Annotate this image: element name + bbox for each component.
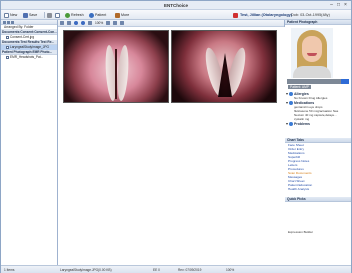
zoom-level[interactable]: 100% <box>95 21 103 25</box>
alert-flag-icon <box>233 12 238 18</box>
more-icon <box>115 12 120 18</box>
new-label: New <box>10 13 18 17</box>
viewer-toolbar: 100% <box>58 20 284 27</box>
document-icon <box>6 45 9 50</box>
main-toolbar: New Save Refresh Patient More Test, Jill… <box>1 10 351 20</box>
maximize-icon[interactable]: □ <box>336 3 341 8</box>
chart-tab-link[interactable]: Health Analysis <box>288 187 351 191</box>
save-label: Save <box>29 13 38 17</box>
viewer-canvas[interactable] <box>58 27 285 265</box>
email-icon <box>55 12 60 18</box>
patient-name: Test, Jillian (Otolaryngology) <box>240 13 293 17</box>
refresh-icon <box>65 12 70 18</box>
print-image-icon[interactable] <box>120 21 125 25</box>
more-label: More <box>121 13 130 17</box>
status-item-count: 1 Items <box>4 268 15 272</box>
collapse-arrow-icon <box>286 122 288 125</box>
annotate-icon[interactable] <box>106 21 111 25</box>
print-icon <box>47 12 52 18</box>
patient-sidebar: Patient Photograph Patient: AMP Allergie… <box>285 20 351 265</box>
chart-tabs-list: Face Sheet Order Entry Medications Super… <box>285 143 351 191</box>
medication-icon <box>289 100 293 105</box>
patient-photo[interactable] <box>291 28 333 78</box>
photo-caption-bar <box>287 79 349 84</box>
photo-caption: Patient: AMP <box>288 85 312 89</box>
save-icon <box>23 12 28 18</box>
image-viewer: 100% <box>58 20 285 265</box>
status-zoom: 100% <box>226 268 235 272</box>
status-code: EE 0 <box>153 268 160 272</box>
collapse-arrow-icon <box>286 101 288 104</box>
status-bar: 1 Items LaryngealStudyImage.JPG(0.00 KB)… <box>1 265 351 273</box>
photo-header: Patient Photograph <box>285 20 351 25</box>
new-document-icon <box>4 12 9 18</box>
patient-dob-area: Dob: 03-Oct-1995(48y) <box>291 12 330 18</box>
allergy-icon <box>289 91 293 96</box>
status-file: LaryngealStudyImage.JPG(0.00 KB) <box>60 268 112 272</box>
patient-icon <box>89 12 94 18</box>
laryngoscopy-image-closed <box>63 30 169 103</box>
rotate-icon[interactable] <box>67 21 71 25</box>
collapse-arrow-icon <box>286 92 288 95</box>
patient-photo-section: Patient Photograph Patient: AMP <box>285 20 351 91</box>
expand-icon[interactable] <box>3 20 6 24</box>
refresh-label: Refresh <box>71 13 84 17</box>
allergies-label: Allergies <box>294 91 309 96</box>
open-icon[interactable] <box>60 21 64 25</box>
zoom-out-icon[interactable] <box>81 21 85 25</box>
camera-icon[interactable] <box>341 79 349 84</box>
quick-picks-area <box>285 202 351 230</box>
title-bar: ENTChoice – □ × <box>1 1 351 10</box>
laryngoscopy-image-open <box>171 30 277 103</box>
tree-item-label: EMR_Headshots_Pat... <box>10 55 44 59</box>
print-button[interactable] <box>47 12 52 18</box>
save-button[interactable]: Save <box>23 12 37 18</box>
problem-icon <box>289 121 293 126</box>
document-icon <box>6 55 9 60</box>
problems-label: Problems <box>294 121 310 126</box>
refresh-button[interactable]: Refresh <box>65 12 84 18</box>
patient-header[interactable]: Test, Jillian (Otolaryngology) <box>233 12 292 18</box>
new-button[interactable]: New <box>4 12 17 18</box>
app-window: ENTChoice – □ × New Save Refresh Patient <box>0 0 352 273</box>
patient-label: Patient <box>95 13 107 17</box>
window-title: ENTChoice <box>163 3 188 8</box>
email-button[interactable] <box>55 12 60 18</box>
medications-label: Medications <box>294 100 315 105</box>
expression-builder-link[interactable]: Expression Builder <box>285 230 351 234</box>
toolbar-divider <box>44 12 45 18</box>
more-button[interactable]: More <box>115 12 129 18</box>
document-tree-panel: Arranged By: Folder Documents:Consent:Co… <box>1 20 58 265</box>
patient-dob: Dob: 03-Oct-1995(48y) <box>291 13 330 17</box>
crop-icon[interactable] <box>113 21 118 25</box>
document-icon <box>6 35 9 40</box>
tree-item[interactable]: EMR_Headshots_Pat... <box>1 55 57 60</box>
zoom-in-icon[interactable] <box>74 21 78 25</box>
patient-button[interactable]: Patient <box>89 12 106 18</box>
status-date: Rev: 07/09/2019 <box>178 268 202 272</box>
filter-icon[interactable] <box>11 20 14 24</box>
minimize-icon[interactable]: – <box>329 3 334 8</box>
close-icon[interactable]: × <box>343 3 348 8</box>
collapse-icon[interactable] <box>7 20 10 24</box>
fit-icon[interactable] <box>88 21 92 25</box>
